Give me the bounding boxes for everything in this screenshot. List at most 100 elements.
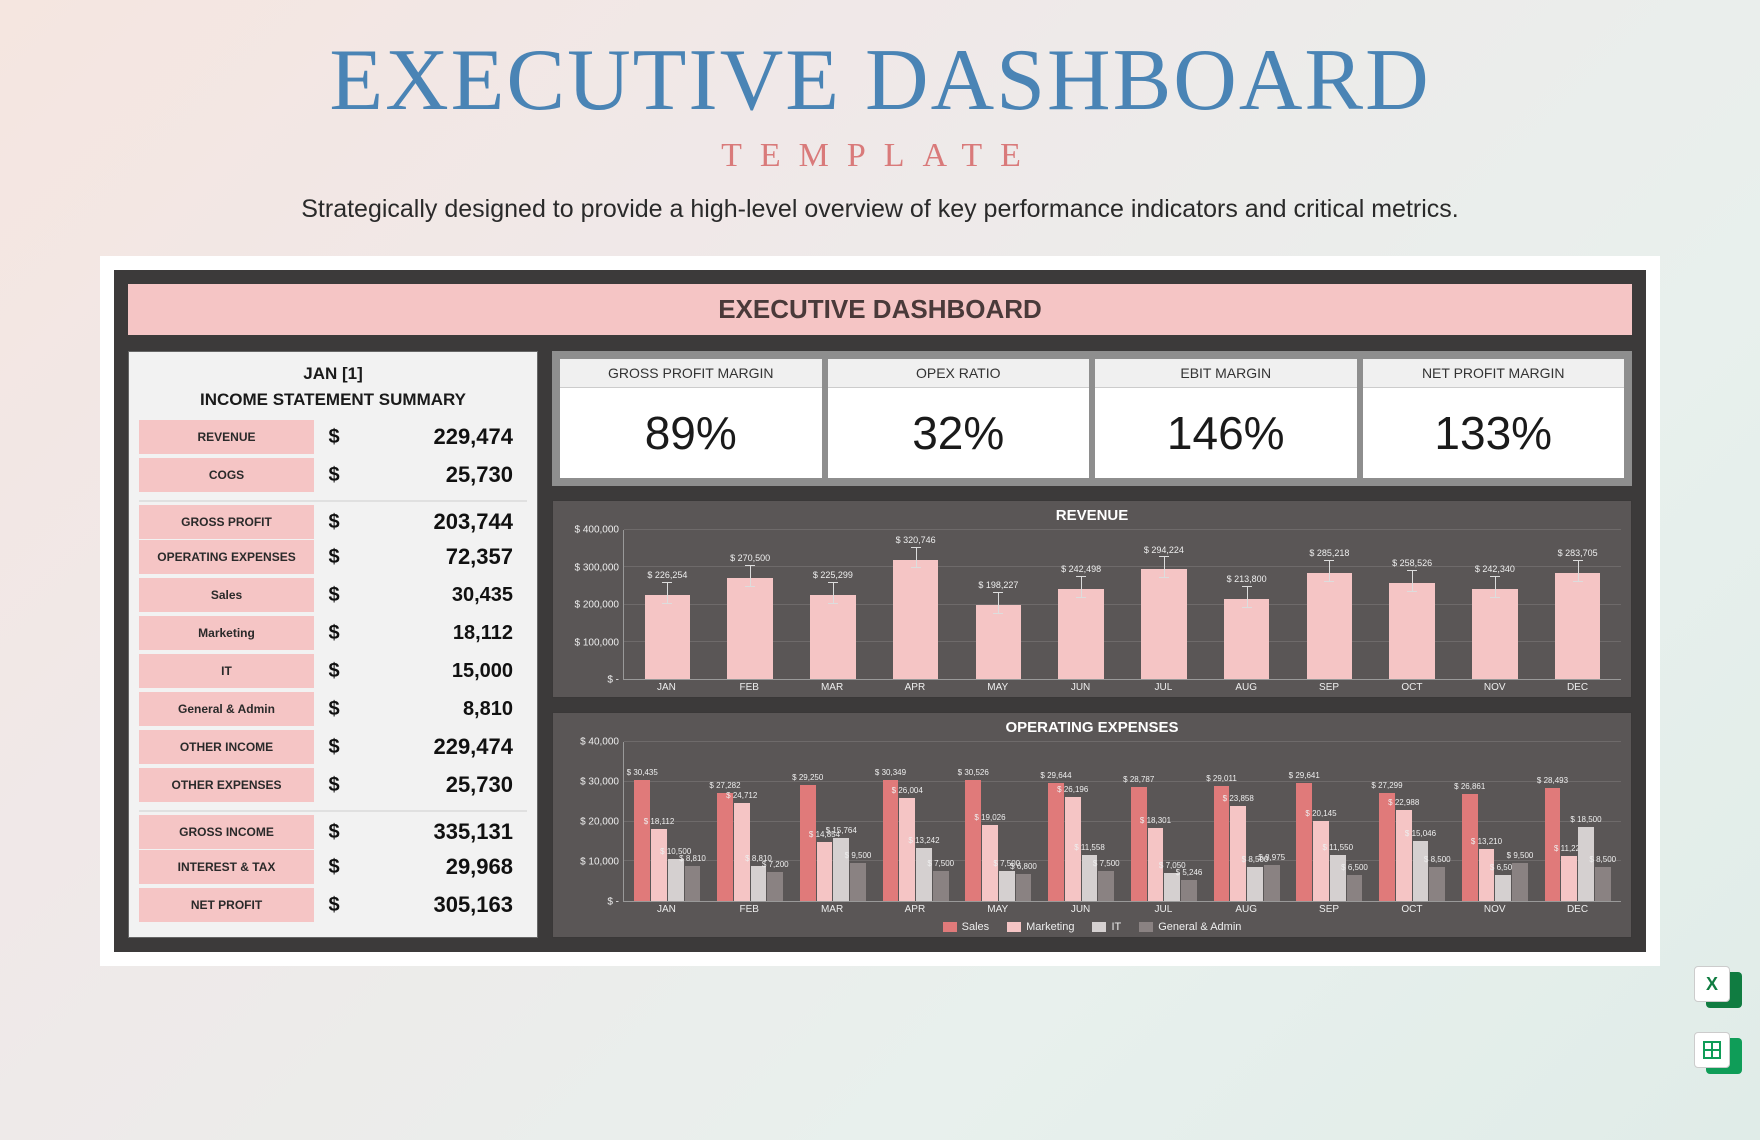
dashboard-banner: EXECUTIVE DASHBOARD — [128, 284, 1632, 335]
opex-bar-label: $ 18,500 — [1570, 815, 1601, 824]
currency-symbol: $ — [314, 464, 354, 487]
income-row-value: 15,000 — [354, 660, 527, 683]
x-tick: JUL — [1124, 904, 1203, 915]
income-row: Sales$30,435 — [139, 576, 527, 614]
income-row: NET PROFIT$305,163 — [139, 886, 527, 924]
x-tick: DEC — [1538, 682, 1617, 693]
x-tick: FEB — [710, 904, 789, 915]
opex-bar-label: $ 28,787 — [1123, 775, 1154, 784]
opex-bar-label: $ 19,026 — [974, 813, 1005, 822]
income-row: General & Admin$8,810 — [139, 690, 527, 728]
x-tick: APR — [875, 682, 954, 693]
opex-bar-marketing: $ 18,112 — [651, 829, 667, 901]
opex-bar-label: $ 8,500 — [1589, 855, 1616, 864]
income-row-value: 29,968 — [354, 854, 527, 880]
revenue-chart-title: REVENUE — [563, 507, 1621, 524]
legend-item: Sales — [943, 921, 990, 933]
opex-bar-marketing: $ 24,712 — [734, 803, 750, 901]
currency-symbol: $ — [314, 426, 354, 449]
opex-bar-general-admin: $ 9,500 — [1512, 863, 1528, 901]
legend-swatch — [943, 922, 957, 932]
income-row-value: 203,744 — [354, 509, 527, 535]
currency-symbol: $ — [314, 774, 354, 797]
opex-bar-it: $ 15,046 — [1413, 841, 1429, 901]
opex-bar-label: $ 6,800 — [1010, 862, 1037, 871]
x-tick: AUG — [1207, 904, 1286, 915]
kpi-label: OPEX RATIO — [828, 359, 1090, 388]
opex-bar-label: $ 13,242 — [908, 836, 939, 845]
opex-bar-label: $ 13,210 — [1471, 837, 1502, 846]
opex-bar-label: $ 7,200 — [762, 860, 789, 869]
income-row-value: 72,357 — [354, 544, 527, 570]
revenue-bar-label: $ 320,746 — [896, 535, 936, 545]
income-row-label: IT — [139, 654, 314, 688]
y-tick: $ 30,000 — [580, 777, 619, 788]
opex-bar-general-admin: $ 6,800 — [1016, 874, 1032, 901]
opex-bar-it: $ 7,500 — [999, 871, 1015, 901]
legend-swatch — [1007, 922, 1021, 932]
revenue-bar-label: $ 258,526 — [1392, 558, 1432, 568]
opex-bar-label: $ 30,435 — [627, 768, 658, 777]
revenue-bar-label: $ 242,498 — [1061, 564, 1101, 574]
opex-bar-sales: $ 29,641 — [1296, 783, 1312, 901]
kpi-card: EBIT MARGIN146% — [1095, 359, 1357, 478]
dashboard-card: EXECUTIVE DASHBOARD JAN [1] INCOME STATE… — [100, 256, 1660, 966]
income-row-value: 229,474 — [354, 734, 527, 760]
opex-bar-label: $ 9,500 — [1507, 851, 1534, 860]
income-row: GROSS INCOME$335,131 — [139, 810, 527, 848]
opex-bar-label: $ 18,301 — [1140, 816, 1171, 825]
x-tick: NOV — [1455, 904, 1534, 915]
revenue-chart: REVENUE $ 400,000$ 300,000$ 200,000$ 100… — [552, 500, 1632, 698]
opex-bar-label: $ 6,500 — [1341, 863, 1368, 872]
opex-bar-label: $ 29,644 — [1040, 771, 1071, 780]
opex-bar-label: $ 22,988 — [1388, 798, 1419, 807]
revenue-bar: $ 270,500 — [711, 530, 790, 679]
opex-bar-general-admin: $ 7,200 — [767, 872, 783, 901]
x-tick: MAY — [958, 904, 1037, 915]
income-row-value: 8,810 — [354, 698, 527, 721]
income-row-label: GROSS PROFIT — [139, 505, 314, 539]
revenue-bar: $ 198,227 — [959, 530, 1038, 679]
kpi-card: GROSS PROFIT MARGIN89% — [560, 359, 822, 478]
revenue-bar: $ 226,254 — [628, 530, 707, 679]
income-row-label: OTHER EXPENSES — [139, 768, 314, 802]
income-row-label: Marketing — [139, 616, 314, 650]
revenue-bar: $ 258,526 — [1373, 530, 1452, 679]
opex-bar-it: $ 8,500 — [1247, 867, 1263, 901]
legend-item: IT — [1092, 921, 1121, 933]
income-row: OTHER EXPENSES$25,730 — [139, 766, 527, 804]
y-tick: $ 400,000 — [575, 525, 620, 536]
dashboard-sheet: EXECUTIVE DASHBOARD JAN [1] INCOME STATE… — [114, 270, 1646, 952]
opex-bar-it: $ 10,500 — [668, 859, 684, 901]
opex-bar-marketing: $ 22,988 — [1396, 810, 1412, 901]
x-tick: SEP — [1290, 682, 1369, 693]
currency-symbol: $ — [314, 894, 354, 917]
income-row-value: 25,730 — [354, 462, 527, 488]
revenue-bar: $ 213,800 — [1207, 530, 1286, 679]
kpi-label: EBIT MARGIN — [1095, 359, 1357, 388]
excel-icon: X — [1694, 966, 1742, 1014]
opex-bar-group: $ 30,526 $ 19,026 $ 7,500$ 6,800 — [959, 742, 1038, 901]
kpi-strip: GROSS PROFIT MARGIN89%OPEX RATIO32%EBIT … — [552, 351, 1632, 486]
income-row-label: GROSS INCOME — [139, 815, 314, 849]
x-tick: MAR — [793, 682, 872, 693]
opex-bar-general-admin: $ 8,500 — [1429, 867, 1445, 901]
opex-bar-group: $ 26,861$ 13,210$ 6,500$ 9,500 — [1456, 742, 1535, 901]
currency-symbol: $ — [314, 736, 354, 759]
page-header: EXECUTIVE DASHBOARD TEMPLATE Strategical… — [0, 0, 1760, 224]
x-tick: APR — [875, 904, 954, 915]
opex-bar-marketing: $ 26,004 — [899, 798, 915, 901]
opex-bar-label: $ 30,526 — [958, 768, 989, 777]
legend-label: Marketing — [1026, 921, 1074, 933]
revenue-bar-label: $ 283,705 — [1558, 548, 1598, 558]
page-title: EXECUTIVE DASHBOARD — [0, 30, 1760, 131]
legend-label: IT — [1111, 921, 1121, 933]
income-row: INTEREST & TAX$29,968 — [139, 848, 527, 886]
opex-bar-label: $ 29,250 — [792, 773, 823, 782]
currency-symbol: $ — [314, 622, 354, 645]
kpi-label: GROSS PROFIT MARGIN — [560, 359, 822, 388]
opex-bar-label: $ 29,641 — [1289, 771, 1320, 780]
x-tick: OCT — [1372, 904, 1451, 915]
file-type-badges: X — [1694, 966, 1742, 1080]
opex-bar-sales: $ 27,299 — [1379, 793, 1395, 902]
